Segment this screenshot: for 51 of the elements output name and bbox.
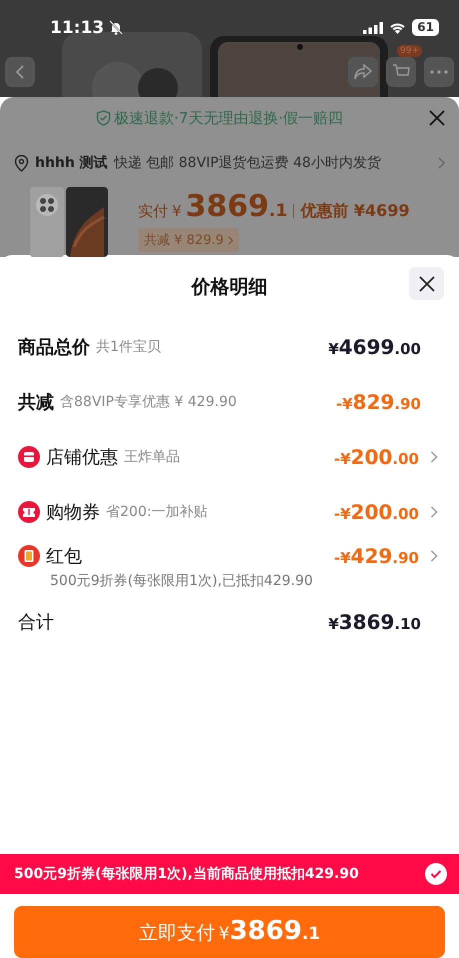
- close-icon[interactable]: [429, 110, 445, 126]
- close-icon: [418, 276, 434, 292]
- back-icon: [16, 65, 24, 79]
- coupon-checkbox[interactable]: [425, 863, 447, 885]
- discount-tag[interactable]: 共减 ¥ 829.9: [138, 228, 239, 252]
- envelope-icon: [18, 544, 40, 566]
- paid-price: ¥3869.1: [172, 189, 288, 224]
- original-price: 优惠前 ¥4699: [293, 204, 410, 218]
- paid-label: 实付: [138, 202, 168, 221]
- ticket-icon: [18, 500, 40, 522]
- pay-button[interactable]: 立即支付 ¥3869.1: [14, 906, 445, 958]
- close-button[interactable]: [409, 267, 444, 300]
- amount: -¥429.90: [334, 544, 419, 568]
- more-button[interactable]: [424, 57, 454, 87]
- row-note: 省200:一加补贴: [106, 502, 208, 520]
- wifi-icon: [389, 22, 406, 34]
- amount: -¥829.90: [336, 390, 421, 414]
- row-label: 合计: [18, 610, 54, 634]
- recipient-name: hhhh 测试: [35, 154, 108, 172]
- amount: ¥4699.00: [328, 334, 421, 358]
- check-icon: [430, 869, 442, 879]
- amount: ¥3869.10: [328, 610, 421, 634]
- amount: -¥200.00: [334, 444, 419, 468]
- signal-icon: [363, 22, 384, 34]
- row-label: 商品总价: [18, 336, 90, 358]
- bell-muted-icon: [109, 20, 124, 35]
- cart-button[interactable]: [386, 57, 416, 87]
- row-label: 共减: [18, 390, 54, 414]
- chevron-icon: [438, 157, 445, 169]
- row-note: 含88VIP专享优惠 ¥ 429.90: [60, 392, 237, 410]
- store-icon: [18, 446, 40, 468]
- sheet-title: 价格明细: [192, 275, 268, 300]
- row-label: 红包: [46, 544, 82, 568]
- guarantee-text: 极速退款·7天无理由退换·假一赔四: [114, 108, 344, 128]
- more-icon: [430, 70, 448, 74]
- row-detail: 500元9折券(每张限用1次),已抵扣429.90: [49, 572, 314, 590]
- coupon-text: 500元9折券(每张限用1次),当前商品使用抵扣429.90: [14, 865, 359, 883]
- chevron-icon: [228, 236, 233, 244]
- row-note: 王炸单品: [124, 448, 180, 466]
- battery-level: 61: [412, 19, 439, 36]
- row-note: 共1件宝贝: [96, 338, 161, 356]
- row-label: 购物券: [46, 500, 100, 524]
- row-label: 店铺优惠: [46, 446, 118, 468]
- amount: -¥200.00: [334, 500, 419, 524]
- status-time: 11:13: [50, 18, 104, 38]
- location-pin-icon: [14, 154, 29, 172]
- shield-check-icon: [96, 110, 111, 126]
- share-icon: [354, 64, 372, 80]
- share-button[interactable]: [348, 57, 378, 87]
- shipping-info: 快递 包邮 88VIP退货包运费 48小时内发货: [114, 154, 381, 172]
- back-button[interactable]: [5, 57, 35, 87]
